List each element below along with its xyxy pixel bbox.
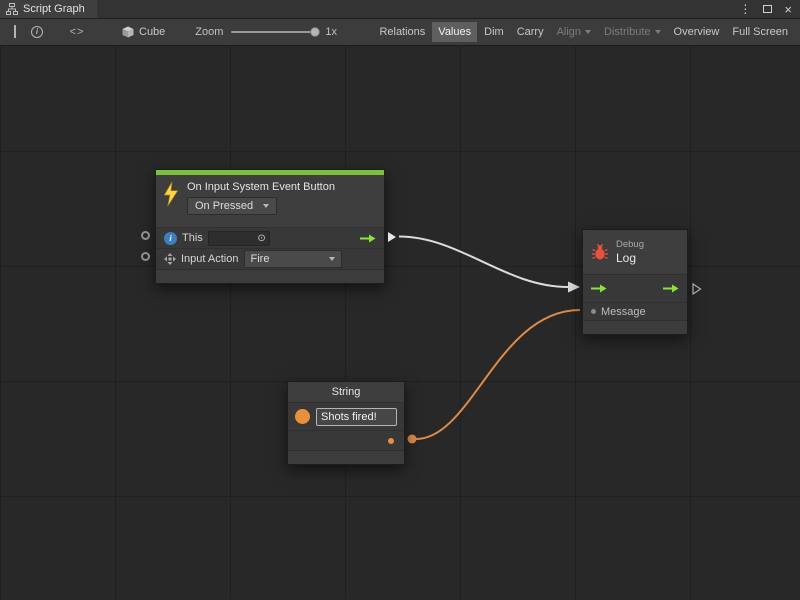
tab-script-graph[interactable]: Script Graph bbox=[0, 0, 97, 18]
input-action-input-port[interactable] bbox=[141, 252, 150, 261]
btn-fullscreen[interactable]: Full Screen bbox=[726, 22, 794, 42]
node-string[interactable]: String Shots fired! bbox=[287, 381, 405, 465]
debug-node-footer bbox=[583, 320, 687, 334]
window-controls: ⋮ × bbox=[731, 0, 800, 18]
string-node-title: String bbox=[332, 386, 361, 398]
this-icon: i bbox=[164, 232, 177, 245]
zoom-value: 1x bbox=[325, 26, 337, 38]
event-node-header: On Input System Event Button On Pressed bbox=[156, 175, 384, 227]
input-action-row: Input Action Fire bbox=[156, 248, 384, 269]
info-icon[interactable]: i bbox=[26, 22, 48, 43]
graph-toolbar: i <> Cube Zoom 1x Relations Values Dim C… bbox=[0, 19, 800, 46]
this-object-field[interactable]: ⊙ bbox=[208, 231, 270, 246]
close-icon[interactable]: × bbox=[784, 3, 792, 16]
wire-trigger-arrowhead bbox=[568, 282, 580, 293]
flow-input-arrow-icon[interactable] bbox=[591, 283, 607, 294]
string-port-row bbox=[288, 430, 404, 450]
chevron-down-icon bbox=[329, 257, 335, 261]
code-icon[interactable]: <> bbox=[66, 22, 88, 43]
zoom-knob[interactable] bbox=[310, 27, 320, 37]
debug-node-header: Debug Log bbox=[583, 230, 687, 274]
lightning-icon bbox=[162, 181, 180, 207]
debug-node-category: Debug bbox=[616, 239, 644, 250]
toolbar-buttons: Relations Values Dim Carry Align Distrib… bbox=[373, 22, 796, 42]
zoom-slider[interactable] bbox=[231, 31, 317, 33]
string-value-field[interactable]: Shots fired! bbox=[316, 408, 397, 426]
string-output-dot[interactable] bbox=[388, 438, 394, 444]
tab-label: Script Graph bbox=[23, 3, 85, 15]
target-picker-icon[interactable]: ⊙ bbox=[257, 233, 265, 244]
string-output-port[interactable] bbox=[408, 435, 417, 444]
bug-icon bbox=[591, 243, 609, 261]
input-action-icon bbox=[164, 253, 176, 265]
trigger-output-arrow-icon bbox=[360, 233, 376, 244]
wire-trigger bbox=[399, 237, 568, 288]
node-debug-log[interactable]: Debug Log Message bbox=[582, 229, 688, 335]
btn-relations[interactable]: Relations bbox=[373, 22, 431, 42]
string-value-row: Shots fired! bbox=[288, 402, 404, 430]
btn-align[interactable]: Align bbox=[551, 22, 597, 42]
this-row: i This ⊙ bbox=[156, 227, 384, 248]
chevron-down-icon bbox=[655, 30, 661, 34]
lock-icon[interactable] bbox=[4, 22, 26, 43]
cube-icon bbox=[122, 26, 134, 38]
event-node-footer bbox=[156, 269, 384, 283]
string-node-footer bbox=[288, 450, 404, 464]
message-input-port[interactable] bbox=[591, 309, 596, 314]
input-action-label: Input Action bbox=[181, 253, 239, 265]
zoom-label: Zoom bbox=[195, 26, 223, 38]
script-graph-icon bbox=[6, 3, 18, 15]
debug-flow-row bbox=[583, 274, 687, 302]
window-menu-icon[interactable]: ⋮ bbox=[739, 2, 751, 16]
event-node-title: On Input System Event Button bbox=[187, 181, 335, 193]
wire-message bbox=[416, 310, 580, 439]
btn-values[interactable]: Values bbox=[432, 22, 477, 42]
message-label: Message bbox=[601, 306, 646, 318]
string-node-header: String bbox=[288, 382, 404, 402]
chevron-down-icon bbox=[585, 30, 591, 34]
graph-target[interactable]: Cube bbox=[122, 26, 165, 38]
btn-distribute[interactable]: Distribute bbox=[598, 22, 666, 42]
debug-node-title: Log bbox=[616, 251, 644, 265]
maximize-icon[interactable] bbox=[763, 5, 772, 13]
node-on-input-system-event-button[interactable]: On Input System Event Button On Pressed … bbox=[155, 169, 385, 284]
message-row: Message bbox=[583, 302, 687, 320]
btn-dim[interactable]: Dim bbox=[478, 22, 510, 42]
graph-canvas[interactable]: On Input System Event Button On Pressed … bbox=[0, 46, 800, 599]
btn-overview[interactable]: Overview bbox=[668, 22, 726, 42]
titlebar: Script Graph ⋮ × bbox=[0, 0, 800, 19]
btn-carry[interactable]: Carry bbox=[511, 22, 550, 42]
target-name: Cube bbox=[139, 26, 165, 38]
chevron-down-icon bbox=[263, 204, 269, 208]
flow-output-arrow-icon[interactable] bbox=[663, 283, 679, 294]
flow-output-port[interactable] bbox=[692, 283, 702, 295]
on-pressed-dropdown[interactable]: On Pressed bbox=[187, 197, 277, 215]
string-icon bbox=[295, 409, 310, 424]
trigger-output-port[interactable] bbox=[388, 232, 396, 242]
this-input-port[interactable] bbox=[141, 231, 150, 240]
this-label: This bbox=[182, 232, 203, 244]
fire-dropdown[interactable]: Fire bbox=[244, 250, 342, 268]
zoom-control: Zoom 1x bbox=[195, 26, 337, 38]
